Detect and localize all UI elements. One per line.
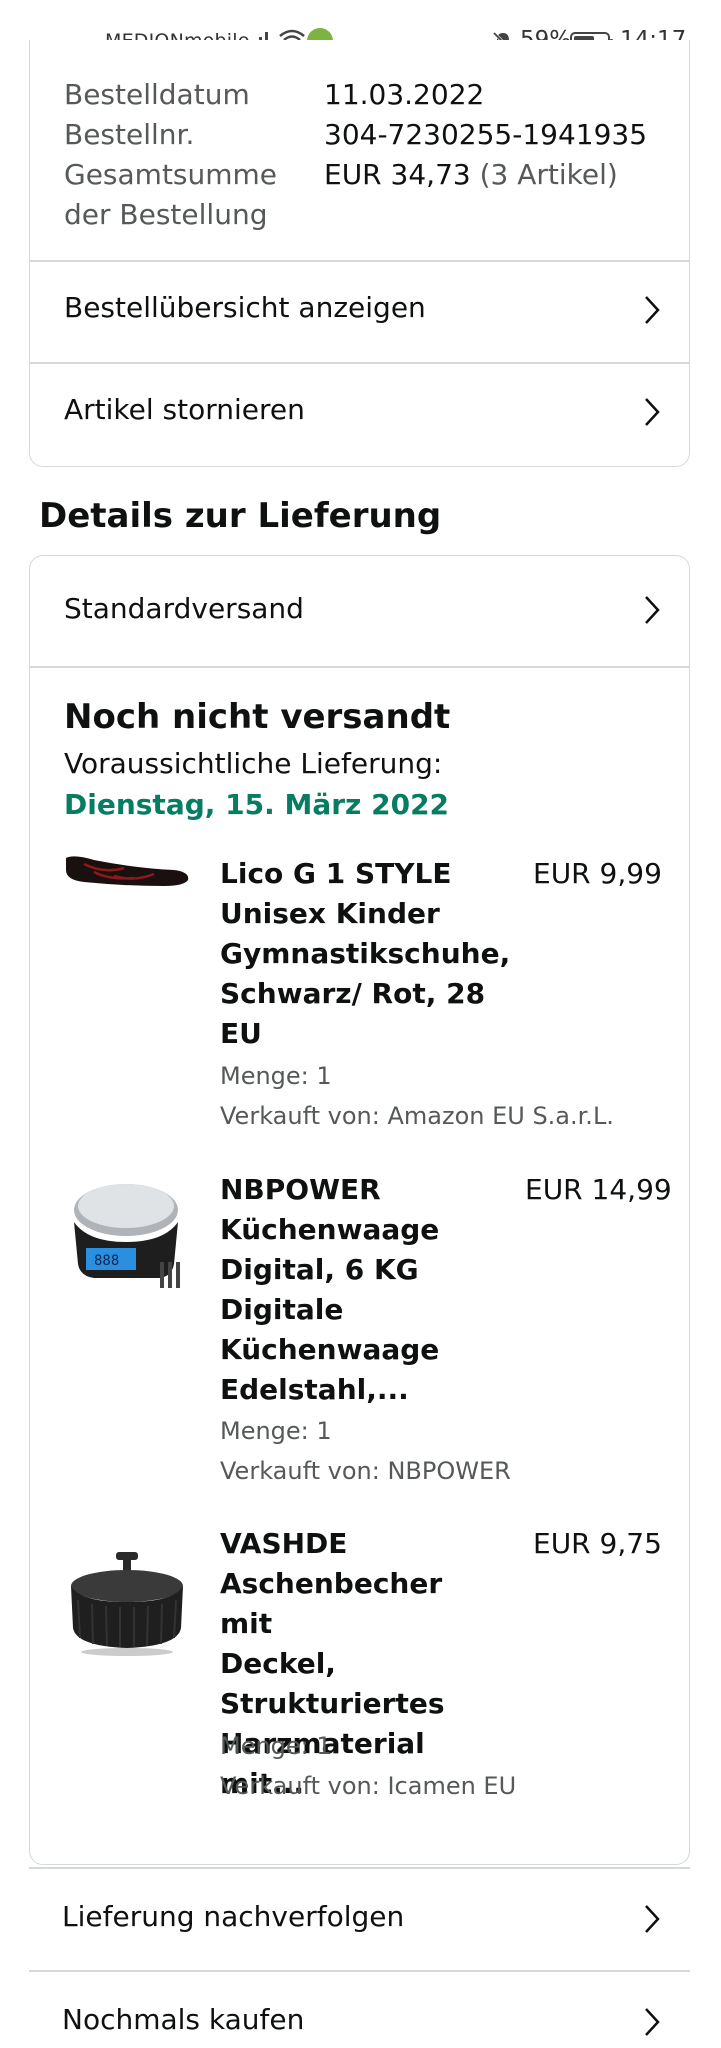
shoe-icon[interactable]: [64, 852, 192, 892]
item-title-line: Gymnastikschuhe,: [220, 937, 511, 970]
eta-date: Dienstag, 15. März 2022: [64, 788, 450, 821]
item-title-line: Edelstahl,...: [220, 1373, 409, 1406]
eta-label: Voraussichtliche Lieferung:: [64, 747, 443, 780]
item-quantity: Menge: 1: [220, 1732, 332, 1760]
order-total-value: EUR 34,73 (3 Artikel): [324, 155, 618, 195]
track-delivery-label: Lieferung nachverfolgen: [62, 1900, 405, 1933]
delivery-section-title: Details zur Lieferung: [39, 496, 442, 536]
order-total-label: Gesamtsumme: [64, 158, 278, 191]
chevron-right-icon: [645, 398, 660, 426]
svg-text:888: 888: [94, 1253, 119, 1269]
chevron-right-icon: [645, 296, 660, 324]
shipping-method-label: Standardversand: [64, 592, 304, 625]
divider: [29, 666, 690, 668]
order-number-label: Bestellnr.: [64, 118, 195, 151]
item-title-line: Strukturiertes: [220, 1687, 445, 1720]
item-title-line: Deckel,: [220, 1647, 336, 1680]
kitchen-scale-icon[interactable]: 888: [64, 1172, 192, 1296]
cancel-items-label: Artikel stornieren: [64, 393, 305, 426]
item-quantity: Menge: 1: [220, 1062, 332, 1090]
item-price: EUR 9,99: [533, 857, 662, 890]
item-title[interactable]: VASHDE Aschenbecher mit Deckel, Struktur…: [220, 1524, 490, 1804]
track-delivery-row[interactable]: Lieferung nachverfolgen: [29, 1868, 690, 1970]
item-price: EUR 9,75: [533, 1527, 662, 1560]
order-date-value: 11.03.2022: [324, 78, 485, 111]
item-title-line: Küchenwaage: [220, 1333, 440, 1366]
item-title[interactable]: Lico G 1 STYLE Unisex Kinder Gymnastiksc…: [220, 854, 511, 1054]
item-title-line: VASHDE: [220, 1527, 348, 1560]
item-title-line: Schwarz/ Rot, 28: [220, 977, 486, 1010]
order-item-count: (3 Artikel): [479, 158, 618, 191]
item-seller: Verkauft von: NBPOWER: [220, 1457, 511, 1485]
cancel-items-row[interactable]: Artikel stornieren: [29, 363, 690, 466]
chevron-right-icon: [645, 596, 660, 624]
item-seller: Verkauft von: Icamen EU: [220, 1772, 517, 1800]
order-total-label-line2: der Bestellung: [64, 198, 268, 231]
ashtray-icon[interactable]: [64, 1548, 192, 1658]
buy-again-label: Nochmals kaufen: [62, 2003, 305, 2036]
order-overview-row[interactable]: Bestellübersicht anzeigen: [29, 261, 690, 362]
item-title[interactable]: NBPOWER Küchenwaage Digital, 6 KG Digita…: [220, 1170, 490, 1410]
order-date-label: Bestelldatum: [64, 78, 250, 111]
item-title-line: Digital, 6 KG: [220, 1253, 419, 1286]
item-seller: Verkauft von: Amazon EU S.a.r.L.: [220, 1102, 614, 1130]
item-title-line: Aschenbecher mit: [220, 1567, 443, 1640]
item-title-line: Küchenwaage: [220, 1213, 440, 1246]
order-number-value: 304-7230255-1941935: [324, 118, 648, 151]
item-title-line: Digitale: [220, 1293, 344, 1326]
item-title-line: NBPOWER: [220, 1173, 381, 1206]
shipment-status: Noch nicht versandt: [64, 697, 451, 737]
item-title-line: EU: [220, 1017, 262, 1050]
item-quantity: Menge: 1: [220, 1417, 332, 1445]
order-total-amount: EUR 34,73: [324, 158, 471, 191]
item-title-line: Unisex Kinder: [220, 897, 440, 930]
chevron-right-icon: [645, 1905, 660, 1933]
order-overview-label: Bestellübersicht anzeigen: [64, 291, 426, 324]
buy-again-row[interactable]: Nochmals kaufen: [29, 1971, 690, 2048]
shipping-method-row[interactable]: Standardversand: [29, 556, 690, 666]
chevron-right-icon: [645, 2008, 660, 2036]
item-title-line: Lico G 1 STYLE: [220, 857, 452, 890]
item-price: EUR 14,99: [525, 1173, 672, 1206]
